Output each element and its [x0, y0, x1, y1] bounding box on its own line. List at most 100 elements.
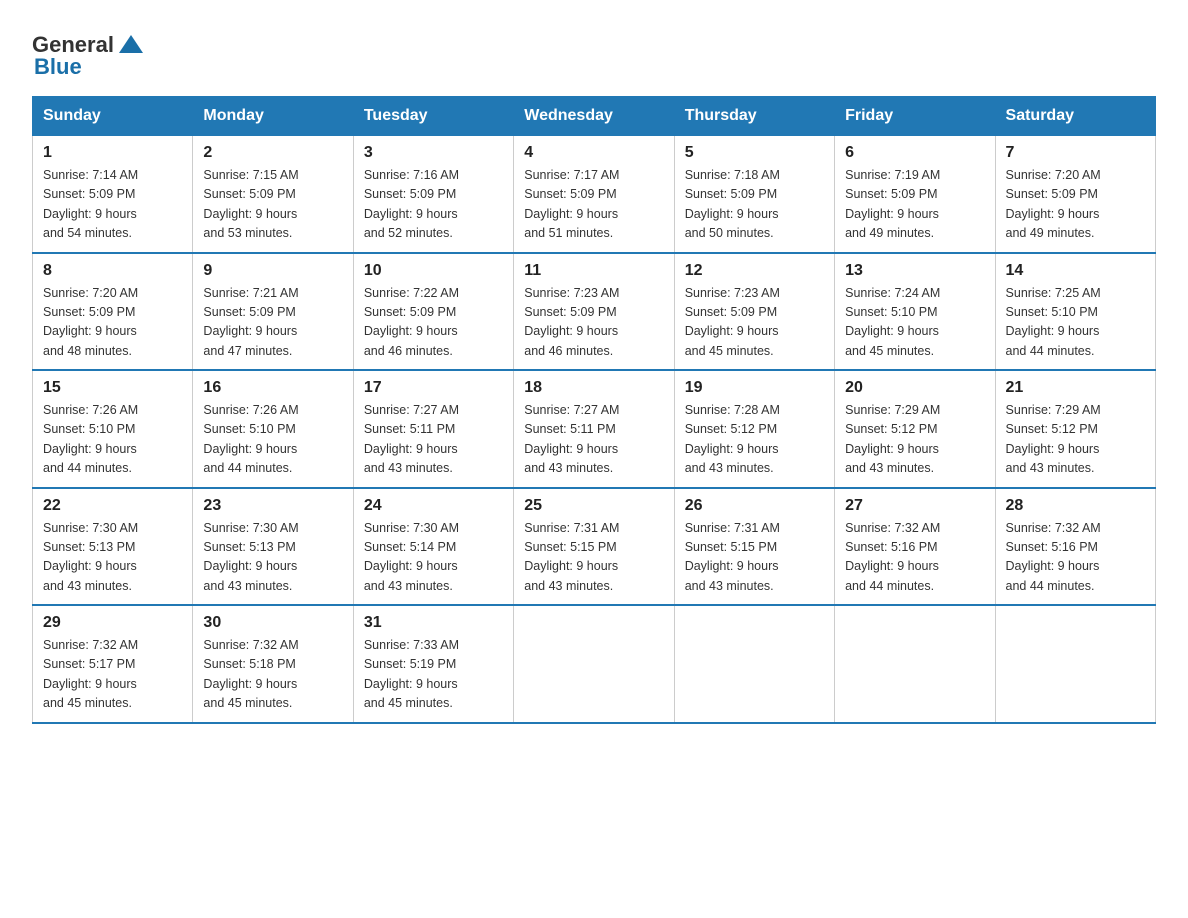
day-number: 23: [203, 497, 342, 515]
calendar-cell: 24 Sunrise: 7:30 AMSunset: 5:14 PMDayligh…: [353, 488, 513, 606]
calendar-cell: 2 Sunrise: 7:15 AMSunset: 5:09 PMDaylight…: [193, 136, 353, 253]
day-info: Sunrise: 7:15 AMSunset: 5:09 PMDaylight:…: [203, 166, 342, 244]
weekday-header-monday: Monday: [193, 97, 353, 136]
calendar-cell: 15 Sunrise: 7:26 AMSunset: 5:10 PMDayligh…: [33, 370, 193, 488]
day-info: Sunrise: 7:23 AMSunset: 5:09 PMDaylight:…: [524, 284, 663, 362]
calendar-cell: [835, 605, 995, 723]
day-info: Sunrise: 7:18 AMSunset: 5:09 PMDaylight:…: [685, 166, 824, 244]
day-number: 9: [203, 262, 342, 280]
weekday-header-sunday: Sunday: [33, 97, 193, 136]
day-info: Sunrise: 7:27 AMSunset: 5:11 PMDaylight:…: [364, 401, 503, 479]
calendar-cell: 4 Sunrise: 7:17 AMSunset: 5:09 PMDaylight…: [514, 136, 674, 253]
day-info: Sunrise: 7:27 AMSunset: 5:11 PMDaylight:…: [524, 401, 663, 479]
calendar-week-row: 22Sunrise: 7:30 AMSunset: 5:13 PMDayligh…: [33, 488, 1156, 606]
weekday-header-wednesday: Wednesday: [514, 97, 674, 136]
day-number: 12: [685, 262, 824, 280]
calendar-cell: 16 Sunrise: 7:26 AMSunset: 5:10 PMDayligh…: [193, 370, 353, 488]
calendar-cell: 23 Sunrise: 7:30 AMSunset: 5:13 PMDayligh…: [193, 488, 353, 606]
calendar-week-row: 29 Sunrise: 7:32 AMSunset: 5:17 PMDayligh…: [33, 605, 1156, 723]
day-number: 17: [364, 379, 503, 397]
calendar-cell: 1Sunrise: 7:14 AMSunset: 5:09 PMDaylight…: [33, 136, 193, 253]
calendar-cell: 6 Sunrise: 7:19 AMSunset: 5:09 PMDaylight…: [835, 136, 995, 253]
day-info: Sunrise: 7:24 AMSunset: 5:10 PMDaylight:…: [845, 284, 984, 362]
calendar-cell: 17 Sunrise: 7:27 AMSunset: 5:11 PMDayligh…: [353, 370, 513, 488]
day-info: Sunrise: 7:30 AMSunset: 5:13 PMDaylight:…: [43, 519, 182, 597]
day-info: Sunrise: 7:29 AMSunset: 5:12 PMDaylight:…: [845, 401, 984, 479]
day-number: 21: [1006, 379, 1145, 397]
calendar-cell: 8 Sunrise: 7:20 AMSunset: 5:09 PMDaylight…: [33, 253, 193, 371]
day-number: 7: [1006, 144, 1145, 162]
day-info: Sunrise: 7:23 AMSunset: 5:09 PMDaylight:…: [685, 284, 824, 362]
day-number: 8: [43, 262, 182, 280]
day-info: Sunrise: 7:32 AMSunset: 5:17 PMDaylight:…: [43, 636, 182, 714]
day-number: 13: [845, 262, 984, 280]
day-number: 28: [1006, 497, 1145, 515]
calendar-table: SundayMondayTuesdayWednesdayThursdayFrid…: [32, 96, 1156, 724]
day-info: Sunrise: 7:33 AMSunset: 5:19 PMDaylight:…: [364, 636, 503, 714]
weekday-header-friday: Friday: [835, 97, 995, 136]
day-number: 26: [685, 497, 824, 515]
day-info: Sunrise: 7:20 AMSunset: 5:09 PMDaylight:…: [43, 284, 182, 362]
calendar-header-row: SundayMondayTuesdayWednesdayThursdayFrid…: [33, 97, 1156, 136]
logo: General Blue: [32, 32, 147, 80]
day-info: Sunrise: 7:31 AMSunset: 5:15 PMDaylight:…: [524, 519, 663, 597]
day-info: Sunrise: 7:25 AMSunset: 5:10 PMDaylight:…: [1006, 284, 1145, 362]
day-info: Sunrise: 7:32 AMSunset: 5:18 PMDaylight:…: [203, 636, 342, 714]
day-number: 6: [845, 144, 984, 162]
day-number: 25: [524, 497, 663, 515]
day-info: Sunrise: 7:29 AMSunset: 5:12 PMDaylight:…: [1006, 401, 1145, 479]
day-number: 24: [364, 497, 503, 515]
weekday-header-tuesday: Tuesday: [353, 97, 513, 136]
day-number: 11: [524, 262, 663, 280]
calendar-week-row: 8 Sunrise: 7:20 AMSunset: 5:09 PMDaylight…: [33, 253, 1156, 371]
calendar-cell: 11 Sunrise: 7:23 AMSunset: 5:09 PMDayligh…: [514, 253, 674, 371]
day-info: Sunrise: 7:20 AMSunset: 5:09 PMDaylight:…: [1006, 166, 1145, 244]
day-info: Sunrise: 7:32 AMSunset: 5:16 PMDaylight:…: [845, 519, 984, 597]
calendar-cell: [514, 605, 674, 723]
calendar-cell: 20 Sunrise: 7:29 AMSunset: 5:12 PMDayligh…: [835, 370, 995, 488]
day-number: 15: [43, 379, 182, 397]
day-number: 16: [203, 379, 342, 397]
calendar-cell: 5 Sunrise: 7:18 AMSunset: 5:09 PMDaylight…: [674, 136, 834, 253]
day-number: 5: [685, 144, 824, 162]
day-number: 10: [364, 262, 503, 280]
day-number: 4: [524, 144, 663, 162]
calendar-cell: [674, 605, 834, 723]
calendar-cell: 14 Sunrise: 7:25 AMSunset: 5:10 PMDayligh…: [995, 253, 1155, 371]
day-info: Sunrise: 7:30 AMSunset: 5:13 PMDaylight:…: [203, 519, 342, 597]
day-info: Sunrise: 7:28 AMSunset: 5:12 PMDaylight:…: [685, 401, 824, 479]
calendar-cell: [995, 605, 1155, 723]
day-number: 29: [43, 614, 182, 632]
day-info: Sunrise: 7:26 AMSunset: 5:10 PMDaylight:…: [43, 401, 182, 479]
day-info: Sunrise: 7:30 AMSunset: 5:14 PMDaylight:…: [364, 519, 503, 597]
day-number: 1: [43, 144, 182, 162]
day-info: Sunrise: 7:31 AMSunset: 5:15 PMDaylight:…: [685, 519, 824, 597]
calendar-cell: 7 Sunrise: 7:20 AMSunset: 5:09 PMDaylight…: [995, 136, 1155, 253]
day-number: 27: [845, 497, 984, 515]
day-number: 19: [685, 379, 824, 397]
day-number: 31: [364, 614, 503, 632]
calendar-cell: 10Sunrise: 7:22 AMSunset: 5:09 PMDayligh…: [353, 253, 513, 371]
day-info: Sunrise: 7:26 AMSunset: 5:10 PMDaylight:…: [203, 401, 342, 479]
calendar-cell: 31 Sunrise: 7:33 AMSunset: 5:19 PMDayligh…: [353, 605, 513, 723]
day-number: 2: [203, 144, 342, 162]
calendar-cell: 9Sunrise: 7:21 AMSunset: 5:09 PMDaylight…: [193, 253, 353, 371]
day-info: Sunrise: 7:19 AMSunset: 5:09 PMDaylight:…: [845, 166, 984, 244]
calendar-cell: 13 Sunrise: 7:24 AMSunset: 5:10 PMDayligh…: [835, 253, 995, 371]
day-number: 20: [845, 379, 984, 397]
calendar-cell: 3Sunrise: 7:16 AMSunset: 5:09 PMDaylight…: [353, 136, 513, 253]
day-info: Sunrise: 7:16 AMSunset: 5:09 PMDaylight:…: [364, 166, 503, 244]
day-number: 14: [1006, 262, 1145, 280]
weekday-header-thursday: Thursday: [674, 97, 834, 136]
calendar-cell: 29 Sunrise: 7:32 AMSunset: 5:17 PMDayligh…: [33, 605, 193, 723]
day-number: 18: [524, 379, 663, 397]
weekday-header-saturday: Saturday: [995, 97, 1155, 136]
calendar-cell: 21 Sunrise: 7:29 AMSunset: 5:12 PMDayligh…: [995, 370, 1155, 488]
calendar-cell: 27 Sunrise: 7:32 AMSunset: 5:16 PMDayligh…: [835, 488, 995, 606]
day-number: 30: [203, 614, 342, 632]
logo-icon: [118, 32, 144, 58]
calendar-cell: 18 Sunrise: 7:27 AMSunset: 5:11 PMDayligh…: [514, 370, 674, 488]
calendar-week-row: 1Sunrise: 7:14 AMSunset: 5:09 PMDaylight…: [33, 136, 1156, 253]
day-info: Sunrise: 7:17 AMSunset: 5:09 PMDaylight:…: [524, 166, 663, 244]
calendar-week-row: 15 Sunrise: 7:26 AMSunset: 5:10 PMDayligh…: [33, 370, 1156, 488]
